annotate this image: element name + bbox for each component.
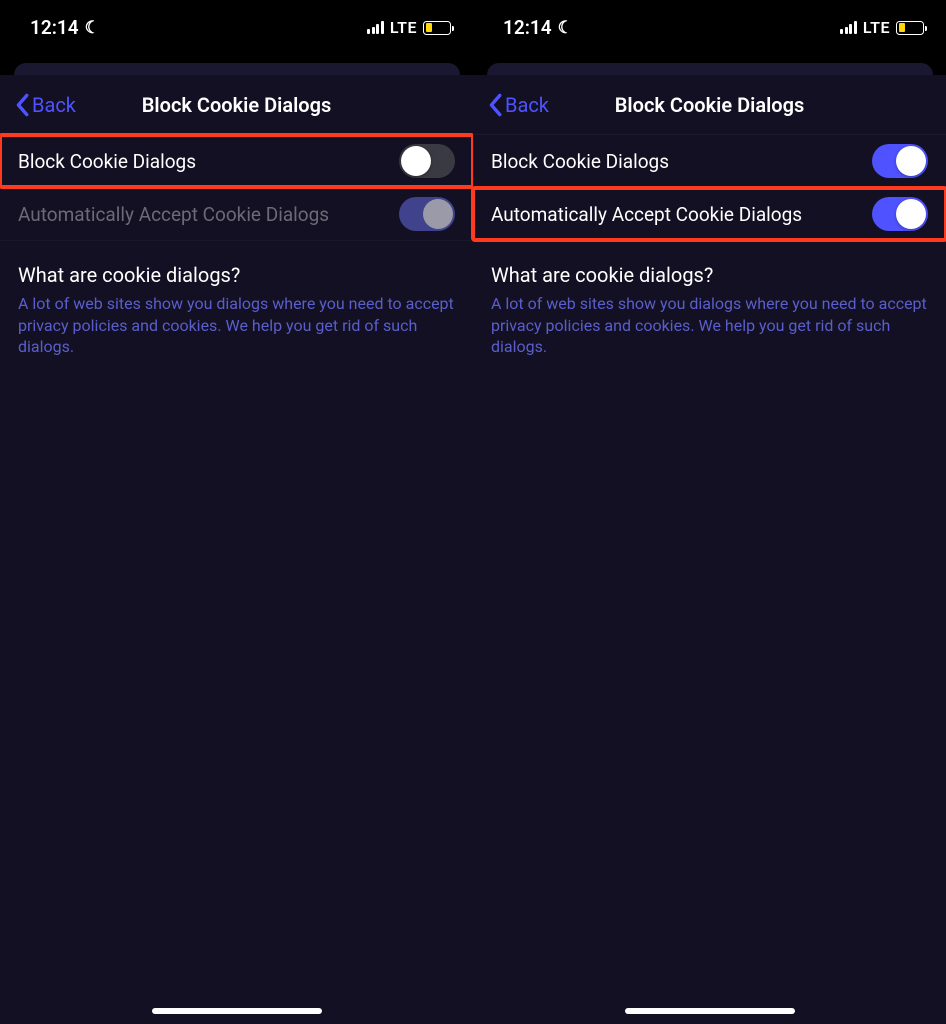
sheet-grabber-area (473, 55, 946, 75)
battery-icon (423, 21, 451, 35)
back-label: Back (32, 93, 76, 117)
sheet-grabber-area (0, 55, 473, 75)
network-label: LTE (390, 18, 417, 37)
moon-icon: ☾ (558, 18, 573, 38)
toggle-auto-accept[interactable] (872, 197, 928, 231)
info-section: What are cookie dialogs? A lot of web si… (473, 241, 946, 358)
status-left: 12:14 ☾ (503, 16, 573, 39)
status-right: LTE (367, 18, 451, 37)
row-auto-accept: Automatically Accept Cookie Dialogs (0, 188, 473, 241)
nav-bar: Back Block Cookie Dialogs (0, 75, 473, 135)
chevron-left-icon (14, 93, 30, 117)
status-left: 12:14 ☾ (30, 16, 100, 39)
phone-right: 12:14 ☾ LTE Back Block Cookie Dialogs Bl… (473, 0, 946, 1024)
phone-left: 12:14 ☾ LTE Back Block Cookie Dialogs Bl… (0, 0, 473, 1024)
nav-bar: Back Block Cookie Dialogs (473, 75, 946, 135)
back-button[interactable]: Back (14, 93, 76, 117)
info-heading: What are cookie dialogs? (491, 263, 928, 287)
back-label: Back (505, 93, 549, 117)
moon-icon: ☾ (85, 18, 100, 38)
signal-icon (840, 21, 857, 34)
status-bar: 12:14 ☾ LTE (0, 0, 473, 55)
row-block-cookie-dialogs[interactable]: Block Cookie Dialogs (0, 135, 473, 188)
info-body: A lot of web sites show you dialogs wher… (491, 293, 928, 358)
toggle-block-cookie-dialogs[interactable] (872, 144, 928, 178)
home-indicator[interactable] (625, 1008, 795, 1014)
status-bar: 12:14 ☾ LTE (473, 0, 946, 55)
row-block-cookie-dialogs[interactable]: Block Cookie Dialogs (473, 135, 946, 188)
status-right: LTE (840, 18, 924, 37)
toggle-auto-accept (399, 197, 455, 231)
info-heading: What are cookie dialogs? (18, 263, 455, 287)
row-label: Automatically Accept Cookie Dialogs (18, 203, 329, 226)
row-label: Block Cookie Dialogs (491, 150, 669, 173)
chevron-left-icon (487, 93, 503, 117)
home-indicator[interactable] (152, 1008, 322, 1014)
row-label: Automatically Accept Cookie Dialogs (491, 203, 802, 226)
signal-icon (367, 21, 384, 34)
battery-icon (896, 21, 924, 35)
status-time: 12:14 (503, 16, 552, 39)
status-time: 12:14 (30, 16, 79, 39)
back-button[interactable]: Back (487, 93, 549, 117)
info-body: A lot of web sites show you dialogs wher… (18, 293, 455, 358)
row-auto-accept[interactable]: Automatically Accept Cookie Dialogs (473, 188, 946, 241)
info-section: What are cookie dialogs? A lot of web si… (0, 241, 473, 358)
network-label: LTE (863, 18, 890, 37)
row-label: Block Cookie Dialogs (18, 150, 196, 173)
toggle-block-cookie-dialogs[interactable] (399, 144, 455, 178)
